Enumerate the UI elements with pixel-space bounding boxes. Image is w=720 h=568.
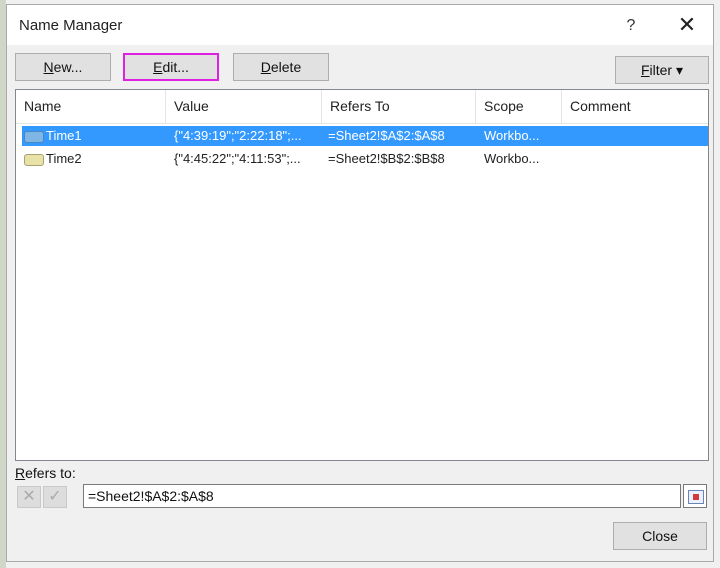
row-scope: Workbo... [484,128,540,143]
dialog-title: Name Manager [19,17,123,34]
row-name: Time2 [46,151,82,166]
range-picker-icon[interactable] [683,484,707,508]
new-button[interactable]: New... [15,53,111,81]
name-tag-icon [24,131,44,143]
row-comment [570,149,700,169]
close-window-button[interactable]: ✕ [669,11,705,39]
new-button-accelerator: N [43,59,54,75]
table-row[interactable]: Time2 {"4:45:22";"4:11:53";... =Sheet2!$… [22,149,708,169]
row-refers-to: =Sheet2!$B$2:$B$8 [328,151,445,166]
row-value: {"4:45:22";"4:11:53";... [174,151,301,166]
delete-button-label-post: elete [270,59,302,75]
help-button[interactable]: ? [615,14,647,38]
column-header-scope[interactable]: Scope [476,90,562,123]
new-button-label-post: ew... [53,59,83,75]
name-tag-icon [24,154,44,166]
table-row[interactable]: Time1 {"4:39:19";"2:22:18";... =Sheet2!$… [22,126,708,146]
refers-label-post: efers to: [25,465,76,481]
edit-button-label-post: dit... [162,59,189,75]
row-scope: Workbo... [484,151,540,166]
name-manager-dialog: Name Manager ? ✕ New... Edit... Delete F… [6,4,714,562]
names-list[interactable]: Name Value Refers To Scope Comment Time1… [15,89,709,461]
column-header-name[interactable]: Name [16,90,166,123]
row-comment [570,126,700,146]
row-value: {"4:39:19";"2:22:18";... [174,128,302,143]
delete-button[interactable]: Delete [233,53,329,81]
row-name: Time1 [46,128,82,143]
filter-button-label-post: ilter ▾ [649,62,684,78]
column-header-value[interactable]: Value [166,90,322,123]
title-bar: Name Manager ? ✕ [7,5,713,45]
refers-to-label: Refers to: [15,465,76,481]
delete-button-accelerator: D [260,59,271,75]
refers-to-input[interactable]: =Sheet2!$A$2:$A$8 [83,484,681,508]
close-button[interactable]: Close [613,522,707,550]
column-header-refers-to[interactable]: Refers To [322,90,476,123]
filter-button-accelerator: F [640,62,650,78]
edit-button[interactable]: Edit... [123,53,219,81]
row-refers-to: =Sheet2!$A$2:$A$8 [328,128,445,143]
cancel-edit-icon[interactable]: ✕ [17,486,41,508]
filter-button[interactable]: Filter ▾ [615,56,709,84]
confirm-edit-icon[interactable]: ✓ [43,486,67,508]
refers-label-accelerator: R [15,465,26,481]
list-header: Name Value Refers To Scope Comment [16,90,708,124]
column-header-comment[interactable]: Comment [562,90,708,123]
